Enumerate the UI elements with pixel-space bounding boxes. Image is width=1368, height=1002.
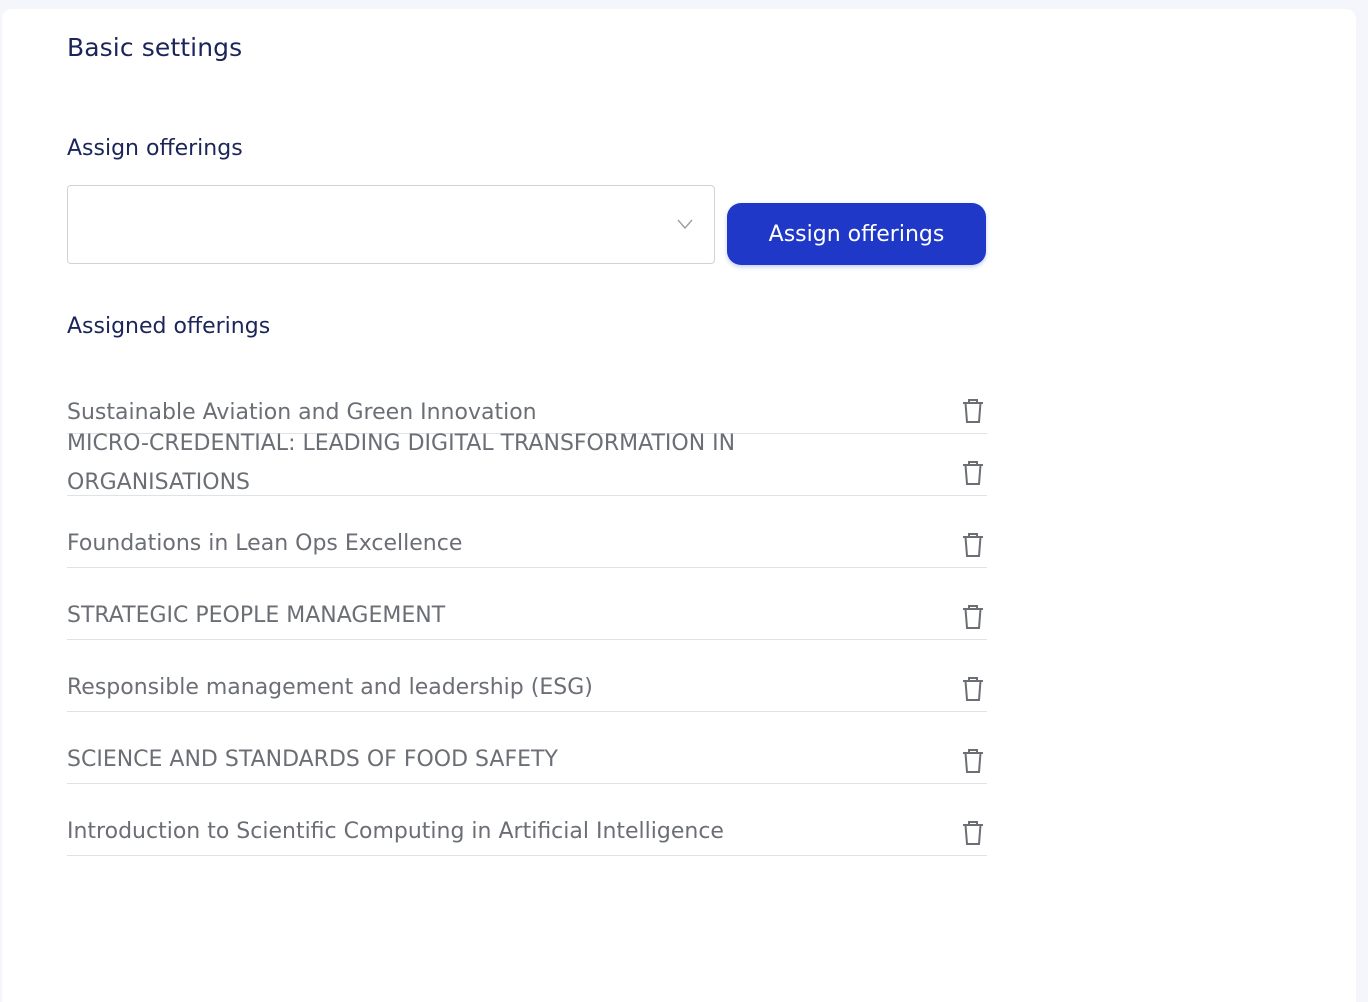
trash-icon[interactable] (961, 676, 985, 702)
trash-icon[interactable] (961, 748, 985, 774)
assigned-offerings-list: Sustainable Aviation and Green Innovatio… (67, 389, 987, 856)
trash-icon[interactable] (961, 398, 985, 424)
list-item: STRATEGIC PEOPLE MANAGEMENT (67, 568, 987, 640)
offerings-select[interactable] (67, 185, 715, 264)
trash-icon[interactable] (961, 460, 985, 486)
list-item: SCIENCE AND STANDARDS OF FOOD SAFETY (67, 712, 987, 784)
page-title: Basic settings (67, 33, 243, 62)
assign-offerings-button[interactable]: Assign offerings (727, 203, 986, 265)
trash-icon[interactable] (961, 604, 985, 630)
offering-title: Introduction to Scientific Computing in … (67, 819, 724, 844)
settings-card: Basic settings Assign offerings Assign o… (2, 9, 1356, 1002)
list-item: Responsible management and leadership (E… (67, 640, 987, 712)
offering-title: MICRO-CREDENTIAL: LEADING DIGITAL TRANSF… (67, 431, 736, 495)
trash-icon[interactable] (961, 532, 985, 558)
offering-title: Foundations in Lean Ops Excellence (67, 531, 463, 556)
list-item: Foundations in Lean Ops Excellence (67, 496, 987, 568)
assigned-offerings-label: Assigned offerings (67, 314, 271, 339)
offering-title: STRATEGIC PEOPLE MANAGEMENT (67, 603, 446, 628)
offering-title: Responsible management and leadership (E… (67, 675, 593, 700)
chevron-down-icon (677, 219, 693, 230)
assign-offerings-label: Assign offerings (67, 136, 243, 161)
list-item: MICRO-CREDENTIAL: LEADING DIGITAL TRANSF… (67, 424, 987, 496)
offering-title: SCIENCE AND STANDARDS OF FOOD SAFETY (67, 747, 558, 772)
trash-icon[interactable] (961, 820, 985, 846)
list-item: Introduction to Scientific Computing in … (67, 784, 987, 856)
